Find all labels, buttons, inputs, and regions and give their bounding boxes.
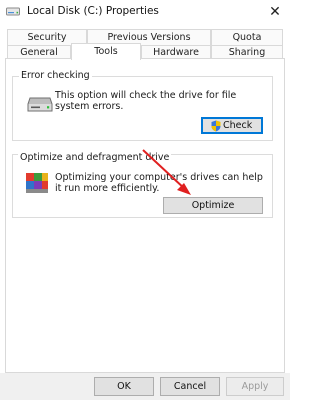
- error-checking-title: Error checking: [19, 70, 92, 81]
- dialog-footer: OK Cancel Apply: [0, 373, 290, 400]
- tab-hardware[interactable]: Hardware: [141, 45, 211, 59]
- tab-quota[interactable]: Quota: [211, 29, 283, 45]
- check-button-label: Check: [223, 120, 253, 131]
- shield-icon: [211, 120, 221, 132]
- optimize-group: Optimize and defragment drive Optimizing…: [12, 152, 273, 218]
- optimize-title: Optimize and defragment drive: [18, 152, 172, 163]
- tab-sharing[interactable]: Sharing: [211, 45, 283, 59]
- cancel-button[interactable]: Cancel: [160, 377, 220, 396]
- apply-button[interactable]: Apply: [226, 377, 284, 396]
- title-bar: Local Disk (C:) Properties ✕: [0, 0, 290, 24]
- error-checking-group: Error checking This option will check th…: [12, 70, 273, 141]
- error-checking-description: This option will check the drive for fil…: [55, 90, 237, 112]
- ok-button[interactable]: OK: [94, 377, 154, 396]
- optimize-button[interactable]: Optimize: [163, 197, 263, 214]
- window-title: Local Disk (C:) Properties: [27, 5, 159, 17]
- hard-drive-icon: [27, 97, 53, 112]
- tab-tools[interactable]: Tools: [71, 43, 141, 60]
- defrag-icon: [26, 173, 48, 193]
- check-button[interactable]: Check: [201, 117, 263, 134]
- optimize-description: Optimizing your computer's drives can he…: [55, 172, 263, 194]
- tab-general[interactable]: General: [7, 45, 71, 59]
- close-button[interactable]: ✕: [262, 2, 288, 22]
- drive-icon: [6, 7, 20, 16]
